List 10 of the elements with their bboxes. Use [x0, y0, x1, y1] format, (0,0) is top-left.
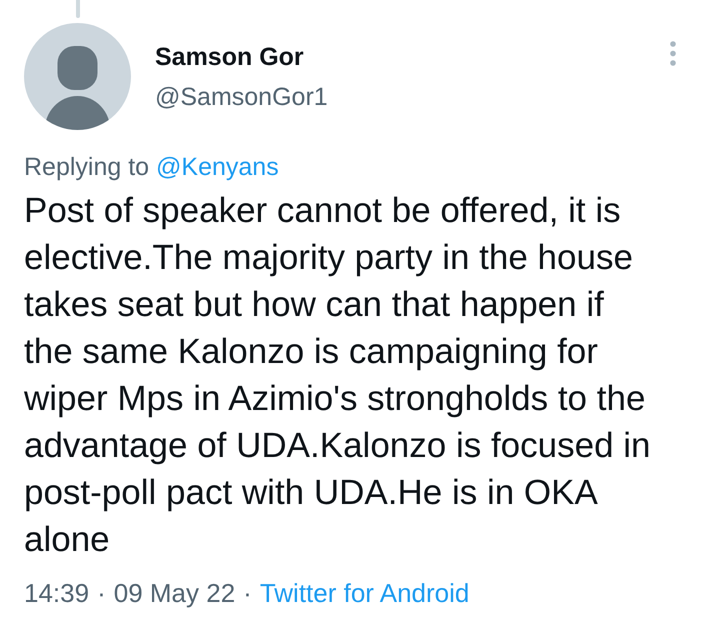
- tweet-text: Post of speaker cannot be offered, it is elective.The majority party in the house takes seat but how can that happen if the same Kalonzo is campaigning for wiper Mps in Azimio's strongholds to the advantage of UDA.Kalonzo is focused in post-poll pact with UDA.He is in OKA alone: [24, 190, 652, 561]
- tweet-date: 09 May 22: [114, 578, 236, 608]
- reply-context: Replying to @Kenyans: [24, 152, 280, 182]
- avatar-icon: [24, 23, 131, 130]
- more-options-icon[interactable]: [670, 41, 676, 66]
- username[interactable]: @SamsonGor1: [155, 82, 328, 112]
- tweet-time: 14:39: [24, 578, 90, 608]
- separator: ·: [243, 578, 252, 608]
- separator: ·: [97, 578, 106, 608]
- display-name[interactable]: Samson Gor: [155, 42, 328, 72]
